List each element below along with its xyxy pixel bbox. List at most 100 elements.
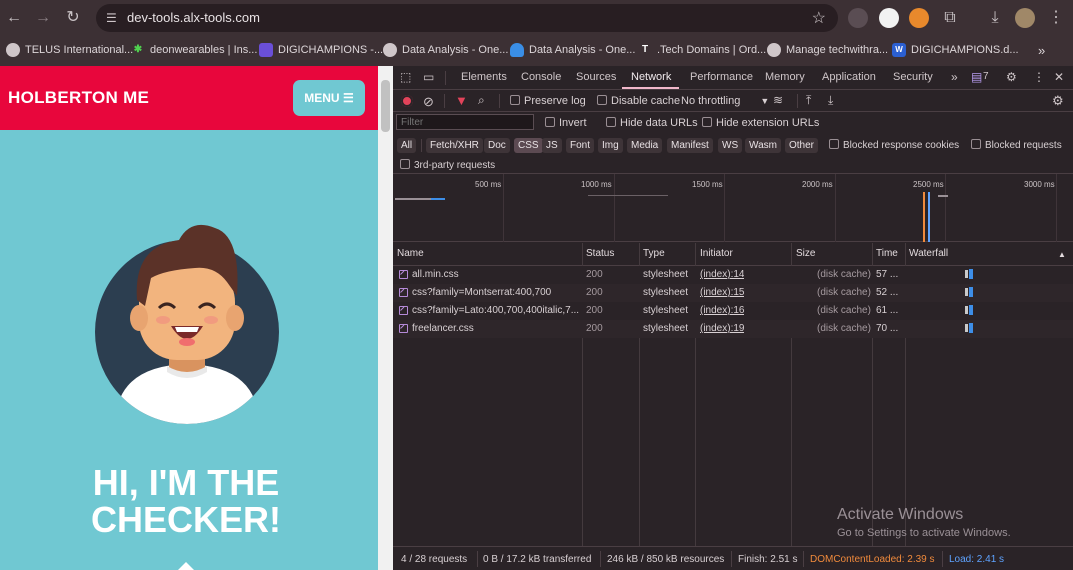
- bookmark-star-icon[interactable]: ☆: [812, 8, 826, 28]
- dom-content-loaded-marker: [923, 192, 925, 242]
- third-party-checkbox[interactable]: 3rd-party requests: [400, 159, 495, 171]
- tab-memory[interactable]: Memory: [765, 71, 805, 83]
- throttling-select[interactable]: No throttling ▼: [681, 95, 769, 107]
- request-name[interactable]: css?family=Montserrat:400,700: [412, 287, 582, 298]
- request-initiator[interactable]: (index):16: [700, 305, 744, 316]
- request-initiator[interactable]: (index):14: [700, 269, 744, 280]
- filter-funnel-icon[interactable]: ▼: [455, 93, 468, 108]
- extension-colorful-icon[interactable]: [879, 8, 899, 28]
- type-img[interactable]: Img: [598, 138, 623, 153]
- clear-icon[interactable]: ⊘: [423, 94, 434, 110]
- request-initiator[interactable]: (index):19: [700, 323, 744, 334]
- type-fetch-xhr[interactable]: Fetch/XHR: [426, 138, 483, 153]
- forward-icon[interactable]: →: [33, 8, 53, 28]
- blocked-response-cookies-checkbox[interactable]: Blocked response cookies: [829, 139, 959, 151]
- bookmark-item[interactable]: DIGICHAMPIONS -...: [259, 41, 383, 59]
- request-initiator[interactable]: (index):15: [700, 287, 744, 298]
- sort-ascending-icon[interactable]: ▲: [1058, 250, 1066, 259]
- table-row[interactable]: all.min.css 200 stylesheet (index):14 (d…: [393, 266, 1073, 284]
- request-name[interactable]: all.min.css: [412, 269, 582, 280]
- col-status[interactable]: Status: [586, 248, 614, 259]
- disable-cache-checkbox[interactable]: Disable cache: [597, 95, 680, 107]
- col-name[interactable]: Name: [397, 248, 424, 259]
- extension-orange-icon[interactable]: [909, 8, 929, 28]
- tab-elements[interactable]: Elements: [461, 71, 507, 83]
- type-other[interactable]: Other: [785, 138, 819, 153]
- resource-type-filters: All Fetch/XHR Doc CSS JS Font Img Media …: [393, 134, 1073, 156]
- table-row[interactable]: css?family=Montserrat:400,700 200 styles…: [393, 284, 1073, 302]
- bookmark-label: Data Analysis - One...: [529, 44, 636, 56]
- scrollbar-thumb[interactable]: [381, 80, 390, 132]
- import-har-icon[interactable]: ⤒: [806, 93, 811, 108]
- tab-security[interactable]: Security: [893, 71, 933, 83]
- bookmark-item[interactable]: Data Analysis - One...: [510, 41, 635, 59]
- activate-windows-watermark: Activate Windows Go to Settings to activ…: [837, 506, 1011, 539]
- browser-menu-icon[interactable]: ⋮: [1046, 8, 1066, 28]
- type-font[interactable]: Font: [566, 138, 595, 153]
- close-devtools-icon[interactable]: ✕: [1054, 70, 1064, 84]
- issues-count[interactable]: 7: [983, 71, 989, 82]
- col-size[interactable]: Size: [796, 248, 815, 259]
- back-icon[interactable]: ←: [4, 8, 24, 28]
- col-time[interactable]: Time: [876, 248, 898, 259]
- type-css[interactable]: CSS: [514, 138, 543, 153]
- network-settings-icon[interactable]: ⚙: [1052, 93, 1064, 109]
- tab-sources[interactable]: Sources: [576, 71, 616, 83]
- issues-icon[interactable]: ▤: [971, 70, 982, 84]
- bookmark-item[interactable]: ✱ deonwearables | Ins...: [131, 41, 258, 59]
- network-conditions-icon[interactable]: ≋: [773, 93, 783, 107]
- record-icon[interactable]: [401, 95, 413, 107]
- network-overview-timeline[interactable]: 500 ms 1000 ms 1500 ms 2000 ms 2500 ms 3…: [393, 174, 1073, 242]
- tab-network[interactable]: Network: [631, 71, 671, 83]
- more-tabs-icon[interactable]: »: [951, 70, 958, 84]
- hide-extension-urls-checkbox[interactable]: Hide extension URLs: [702, 117, 819, 129]
- col-waterfall[interactable]: Waterfall: [909, 248, 948, 259]
- menu-button[interactable]: MENU ☰: [293, 80, 365, 116]
- type-doc[interactable]: Doc: [484, 138, 510, 153]
- page-scrollbar[interactable]: [378, 66, 393, 570]
- bookmark-item[interactable]: T .Tech Domains | Ord...: [638, 41, 766, 59]
- type-wasm[interactable]: Wasm: [745, 138, 781, 153]
- more-bookmarks-icon[interactable]: »: [1038, 41, 1045, 59]
- reload-icon[interactable]: ↻: [63, 8, 83, 28]
- extension-icon[interactable]: [848, 8, 868, 28]
- tab-application[interactable]: Application: [822, 71, 876, 83]
- col-type[interactable]: Type: [643, 248, 665, 259]
- table-row[interactable]: freelancer.css 200 stylesheet (index):19…: [393, 320, 1073, 338]
- invert-checkbox[interactable]: Invert: [545, 117, 587, 129]
- blocked-requests-checkbox[interactable]: Blocked requests: [971, 139, 1062, 151]
- tab-console[interactable]: Console: [521, 71, 561, 83]
- request-name[interactable]: css?family=Lato:400,700,400italic,7...: [412, 305, 582, 316]
- type-all[interactable]: All: [397, 138, 417, 153]
- settings-gear-icon[interactable]: ⚙: [1006, 70, 1017, 84]
- download-icon[interactable]: ⤓: [985, 8, 1005, 28]
- type-manifest[interactable]: Manifest: [667, 138, 713, 153]
- profile-avatar[interactable]: [1015, 8, 1035, 28]
- device-toolbar-icon[interactable]: ▭: [423, 70, 434, 84]
- type-js[interactable]: JS: [542, 138, 562, 153]
- extensions-puzzle-icon[interactable]: ⧉: [940, 8, 960, 28]
- col-initiator[interactable]: Initiator: [700, 248, 733, 259]
- bookmark-item[interactable]: W DIGICHAMPIONS.d...: [892, 41, 1019, 59]
- type-ws[interactable]: WS: [718, 138, 743, 153]
- request-name[interactable]: freelancer.css: [412, 323, 582, 334]
- export-har-icon[interactable]: ⤓: [828, 93, 833, 108]
- hide-data-urls-checkbox[interactable]: Hide data URLs: [606, 117, 698, 129]
- digichampions-icon: [259, 43, 273, 57]
- site-info-icon[interactable]: ☰: [106, 10, 122, 26]
- address-bar[interactable]: ☰ dev-tools.alx-tools.com ☆: [96, 4, 838, 32]
- address-url[interactable]: dev-tools.alx-tools.com: [127, 10, 260, 25]
- type-media[interactable]: Media: [627, 138, 663, 153]
- table-row[interactable]: css?family=Lato:400,700,400italic,7... 2…: [393, 302, 1073, 320]
- bookmark-item[interactable]: Data Analysis - One...: [383, 41, 508, 59]
- preserve-log-checkbox[interactable]: Preserve log: [510, 95, 586, 107]
- site-logo[interactable]: HOLBERTON ME: [8, 88, 149, 108]
- bookmark-item[interactable]: Manage techwithra...: [767, 41, 888, 59]
- more-options-icon[interactable]: ⋮: [1033, 70, 1045, 84]
- tab-performance[interactable]: Performance: [690, 71, 753, 83]
- bookmark-item[interactable]: TELUS International...: [6, 41, 133, 59]
- inspect-element-icon[interactable]: ⬚: [400, 70, 411, 84]
- search-icon[interactable]: ⌕: [478, 93, 485, 108]
- filter-input[interactable]: [396, 114, 534, 130]
- waterfall-wait: [965, 288, 968, 296]
